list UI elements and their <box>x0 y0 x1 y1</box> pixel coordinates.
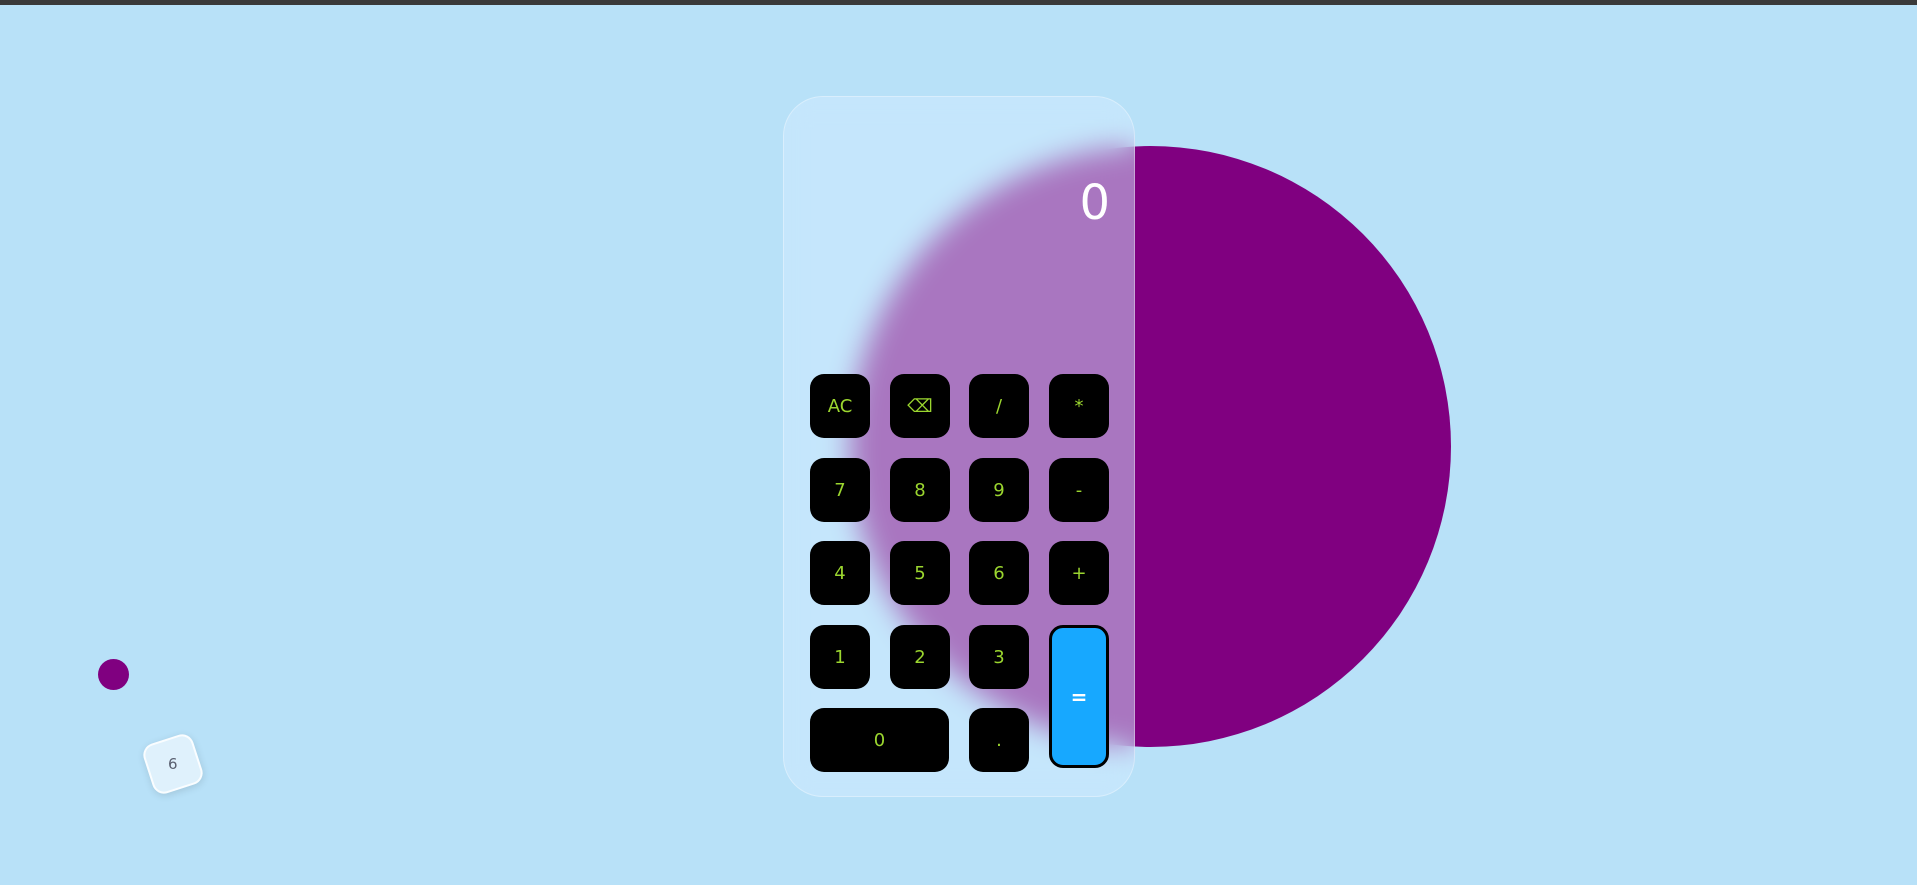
dice-value: 6 <box>168 755 178 774</box>
digit-6-button[interactable]: 6 <box>969 541 1029 605</box>
digit-5-button[interactable]: 5 <box>890 541 950 605</box>
calculator-display: 0 <box>1079 175 1110 231</box>
decimal-button[interactable]: . <box>969 708 1029 772</box>
add-button[interactable]: + <box>1049 541 1109 605</box>
digit-9-button[interactable]: 9 <box>969 458 1029 522</box>
calculator: 0 AC ⌫ / * 7 8 9 - 4 5 6 + 1 2 3 = 0 . <box>783 96 1135 797</box>
backspace-button[interactable]: ⌫ <box>890 374 950 438</box>
divide-button[interactable]: / <box>969 374 1029 438</box>
top-bar <box>0 0 1917 5</box>
multiply-button[interactable]: * <box>1049 374 1109 438</box>
digit-8-button[interactable]: 8 <box>890 458 950 522</box>
dice-widget[interactable]: 6 <box>140 731 206 797</box>
clear-button[interactable]: AC <box>810 374 870 438</box>
digit-2-button[interactable]: 2 <box>890 625 950 689</box>
subtract-button[interactable]: - <box>1049 458 1109 522</box>
digit-4-button[interactable]: 4 <box>810 541 870 605</box>
digit-0-button[interactable]: 0 <box>810 708 949 772</box>
digit-3-button[interactable]: 3 <box>969 625 1029 689</box>
digit-7-button[interactable]: 7 <box>810 458 870 522</box>
decorative-dot <box>98 659 129 690</box>
digit-1-button[interactable]: 1 <box>810 625 870 689</box>
equals-button[interactable]: = <box>1049 625 1109 768</box>
